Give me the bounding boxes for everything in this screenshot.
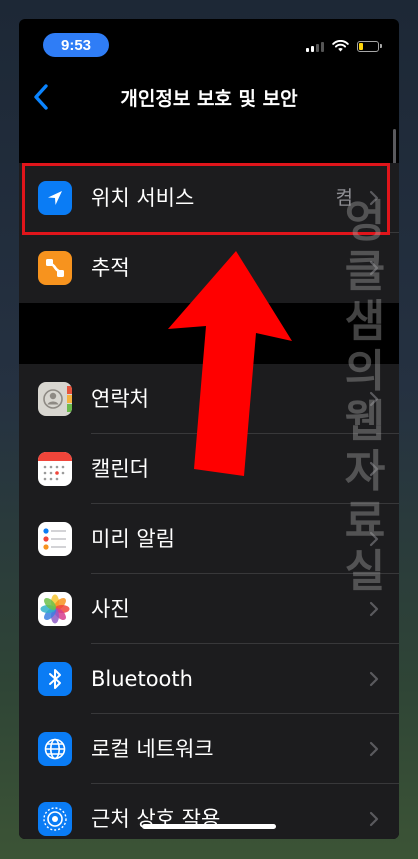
calendar-icon	[38, 452, 72, 486]
row-label: 로컬 네트워크	[91, 737, 214, 761]
tracking-icon	[38, 251, 72, 285]
photos-row[interactable]: 사진	[19, 574, 399, 644]
chevron-right-icon	[369, 391, 379, 407]
row-label: Bluetooth	[91, 667, 193, 691]
navigation-bar: 개인정보 보호 및 보안	[19, 71, 399, 121]
phone-screen: 9:53 개인정보 보호 및 보안 위치 서비스 켬 추적 연락처 캘린더 미리…	[19, 19, 399, 839]
battery-level	[359, 42, 363, 50]
location-services-row[interactable]: 위치 서비스 켬	[19, 163, 399, 233]
row-label: 사진	[91, 597, 130, 621]
wifi-icon	[332, 40, 349, 52]
row-label: 근처 상호 작용	[91, 807, 221, 831]
bluetooth-icon	[38, 662, 72, 696]
home-indicator[interactable]	[142, 824, 276, 829]
location-arrow-icon	[38, 181, 72, 215]
page-title: 개인정보 보호 및 보안	[120, 88, 298, 110]
nearby-interaction-row[interactable]: 근처 상호 작용	[19, 784, 399, 839]
chevron-right-icon	[369, 741, 379, 757]
chevron-right-icon	[369, 461, 379, 477]
nearby-interaction-icon	[38, 802, 72, 836]
chevron-right-icon	[369, 531, 379, 547]
bluetooth-row[interactable]: Bluetooth	[19, 644, 399, 714]
chevron-right-icon	[369, 811, 379, 827]
row-value: 켬	[335, 187, 353, 209]
chevron-right-icon	[369, 260, 379, 276]
chevron-right-icon	[369, 190, 379, 206]
reminders-icon	[38, 522, 72, 556]
photos-icon	[38, 592, 72, 626]
row-label: 미리 알림	[91, 527, 175, 551]
row-label: 추적	[91, 256, 130, 280]
contacts-icon	[38, 382, 72, 416]
row-label: 위치 서비스	[91, 186, 195, 210]
status-bar: 9:53	[19, 19, 399, 71]
local-network-row[interactable]: 로컬 네트워크	[19, 714, 399, 784]
row-label: 연락처	[91, 387, 149, 411]
globe-network-icon	[38, 732, 72, 766]
watermark-char: 샘	[344, 296, 386, 347]
red-arrow-annotation	[168, 251, 292, 476]
chevron-right-icon	[369, 601, 379, 617]
battery-icon	[357, 40, 382, 52]
cellular-signal-icon	[306, 40, 324, 52]
chevron-right-icon	[369, 671, 379, 687]
status-icons	[306, 40, 382, 52]
row-label: 캘린더	[91, 457, 149, 481]
status-time[interactable]: 9:53	[43, 33, 109, 57]
reminders-row[interactable]: 미리 알림	[19, 504, 399, 574]
